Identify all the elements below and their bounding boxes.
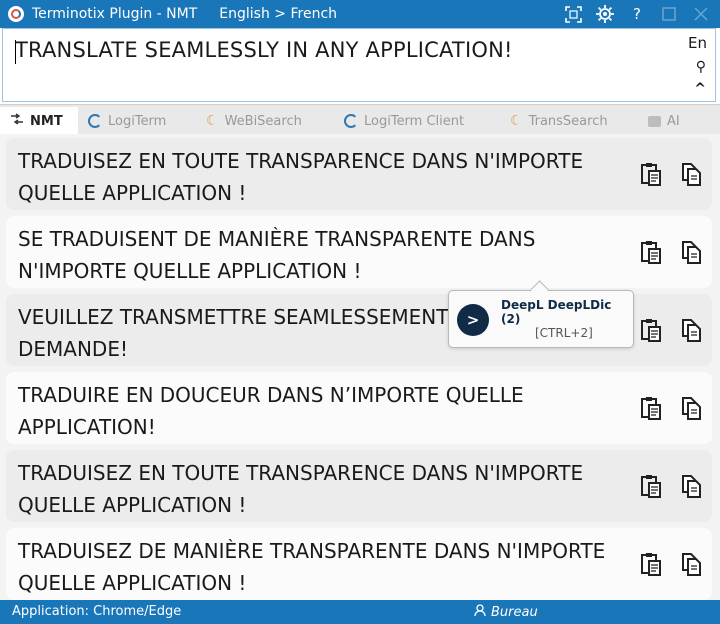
- ai-icon: [648, 115, 661, 127]
- result-text[interactable]: SE TRADUISENT DE MANIÈRE TRANSPARENTE DA…: [18, 223, 628, 287]
- engine-tabs: NMT LogiTerm ☾ WeBiSearch LogiTerm Clien…: [0, 104, 720, 135]
- collapse-chevron-icon[interactable]: ^: [694, 81, 706, 97]
- copy-icon[interactable]: [680, 240, 702, 264]
- tab-logiterm[interactable]: LogiTerm: [78, 107, 196, 135]
- copy-icon[interactable]: [680, 552, 702, 576]
- paste-icon[interactable]: [640, 552, 662, 576]
- screenshot-icon[interactable]: [560, 3, 586, 25]
- tab-label: TransSearch: [528, 113, 608, 129]
- engine-tooltip: > DeepL DeepLDic (2) [CTRL+2]: [448, 290, 634, 348]
- user-icon: [474, 604, 486, 621]
- result-row[interactable]: TRADUIRE EN DOUCEUR DANS N’IMPORTE QUELL…: [6, 372, 712, 444]
- source-text-area[interactable]: TRANSLATE SEAMLESSLY IN ANY APPLICATION!…: [2, 28, 716, 102]
- tab-label: LogiTerm: [108, 113, 167, 129]
- transsearch-icon: ☾: [510, 113, 523, 129]
- deepl-logo-icon: >: [457, 304, 489, 336]
- tab-label: AI: [667, 113, 680, 129]
- copy-icon[interactable]: [680, 162, 702, 186]
- paste-icon[interactable]: [640, 162, 662, 186]
- copy-icon[interactable]: [680, 474, 702, 498]
- result-row[interactable]: TRADUISEZ EN TOUTE TRANSPARENCE DANS N'I…: [6, 138, 712, 210]
- tab-ai[interactable]: AI: [638, 107, 718, 135]
- maximize-icon[interactable]: [656, 3, 682, 25]
- tab-webisearch[interactable]: ☾ WeBiSearch: [196, 107, 334, 135]
- paste-icon[interactable]: [640, 474, 662, 498]
- title-bar: Terminotix Plugin - NMT English > French…: [0, 0, 720, 28]
- tab-nmt[interactable]: NMT: [0, 107, 78, 135]
- tab-label: WeBiSearch: [224, 113, 302, 129]
- webisearch-icon: ☾: [206, 113, 219, 129]
- tab-logiterm-client[interactable]: LogiTerm Client: [334, 107, 500, 135]
- tab-label: NMT: [30, 113, 63, 129]
- status-user-label: Bureau: [491, 605, 538, 620]
- close-icon[interactable]: [688, 3, 714, 25]
- logiterm-icon: [88, 114, 102, 128]
- result-text[interactable]: TRADUISEZ EN TOUTE TRANSPARENCE DANS N'I…: [18, 145, 628, 209]
- help-icon[interactable]: ?: [624, 3, 650, 25]
- translation-results: TRADUISEZ EN TOUTE TRANSPARENCE DANS N'I…: [0, 134, 720, 600]
- source-text[interactable]: TRANSLATE SEAMLESSLY IN ANY APPLICATION!: [15, 38, 513, 62]
- result-row[interactable]: SE TRADUISENT DE MANIÈRE TRANSPARENTE DA…: [6, 216, 712, 288]
- settings-icon[interactable]: [592, 3, 618, 25]
- result-text[interactable]: TRADUISEZ EN TOUTE TRANSPARENCE DANS N'I…: [18, 457, 628, 521]
- result-text[interactable]: TRADUISEZ DE MANIÈRE TRANSPARENTE DANS N…: [18, 535, 628, 599]
- logiterm-client-icon: [344, 114, 358, 128]
- paste-icon[interactable]: [640, 240, 662, 264]
- search-icon[interactable]: ⚲: [696, 59, 706, 75]
- tooltip-shortcut: [CTRL+2]: [535, 326, 593, 340]
- copy-icon[interactable]: [680, 318, 702, 342]
- status-application: Application: Chrome/Edge: [12, 604, 182, 619]
- tab-label: LogiTerm Client: [364, 113, 465, 129]
- tooltip-engine-name: DeepL DeepLDic (2): [501, 298, 612, 326]
- paste-icon[interactable]: [640, 396, 662, 420]
- result-text[interactable]: TRADUIRE EN DOUCEUR DANS N’IMPORTE QUELL…: [18, 379, 628, 443]
- terminotix-logo-icon: [8, 6, 24, 22]
- result-row[interactable]: TRADUISEZ DE MANIÈRE TRANSPARENTE DANS N…: [6, 528, 712, 600]
- nmt-icon: [10, 113, 24, 129]
- source-language-label[interactable]: En: [688, 34, 707, 52]
- status-bar: Application: Chrome/Edge Bureau: [0, 600, 720, 624]
- window-title: Terminotix Plugin - NMT: [32, 6, 198, 22]
- status-user: Bureau: [474, 604, 538, 621]
- copy-icon[interactable]: [680, 396, 702, 420]
- paste-icon[interactable]: [640, 318, 662, 342]
- tab-transsearch[interactable]: ☾ TransSearch: [500, 107, 638, 135]
- language-pair-selector[interactable]: English > French: [219, 6, 337, 22]
- result-row[interactable]: TRADUISEZ EN TOUTE TRANSPARENCE DANS N'I…: [6, 450, 712, 522]
